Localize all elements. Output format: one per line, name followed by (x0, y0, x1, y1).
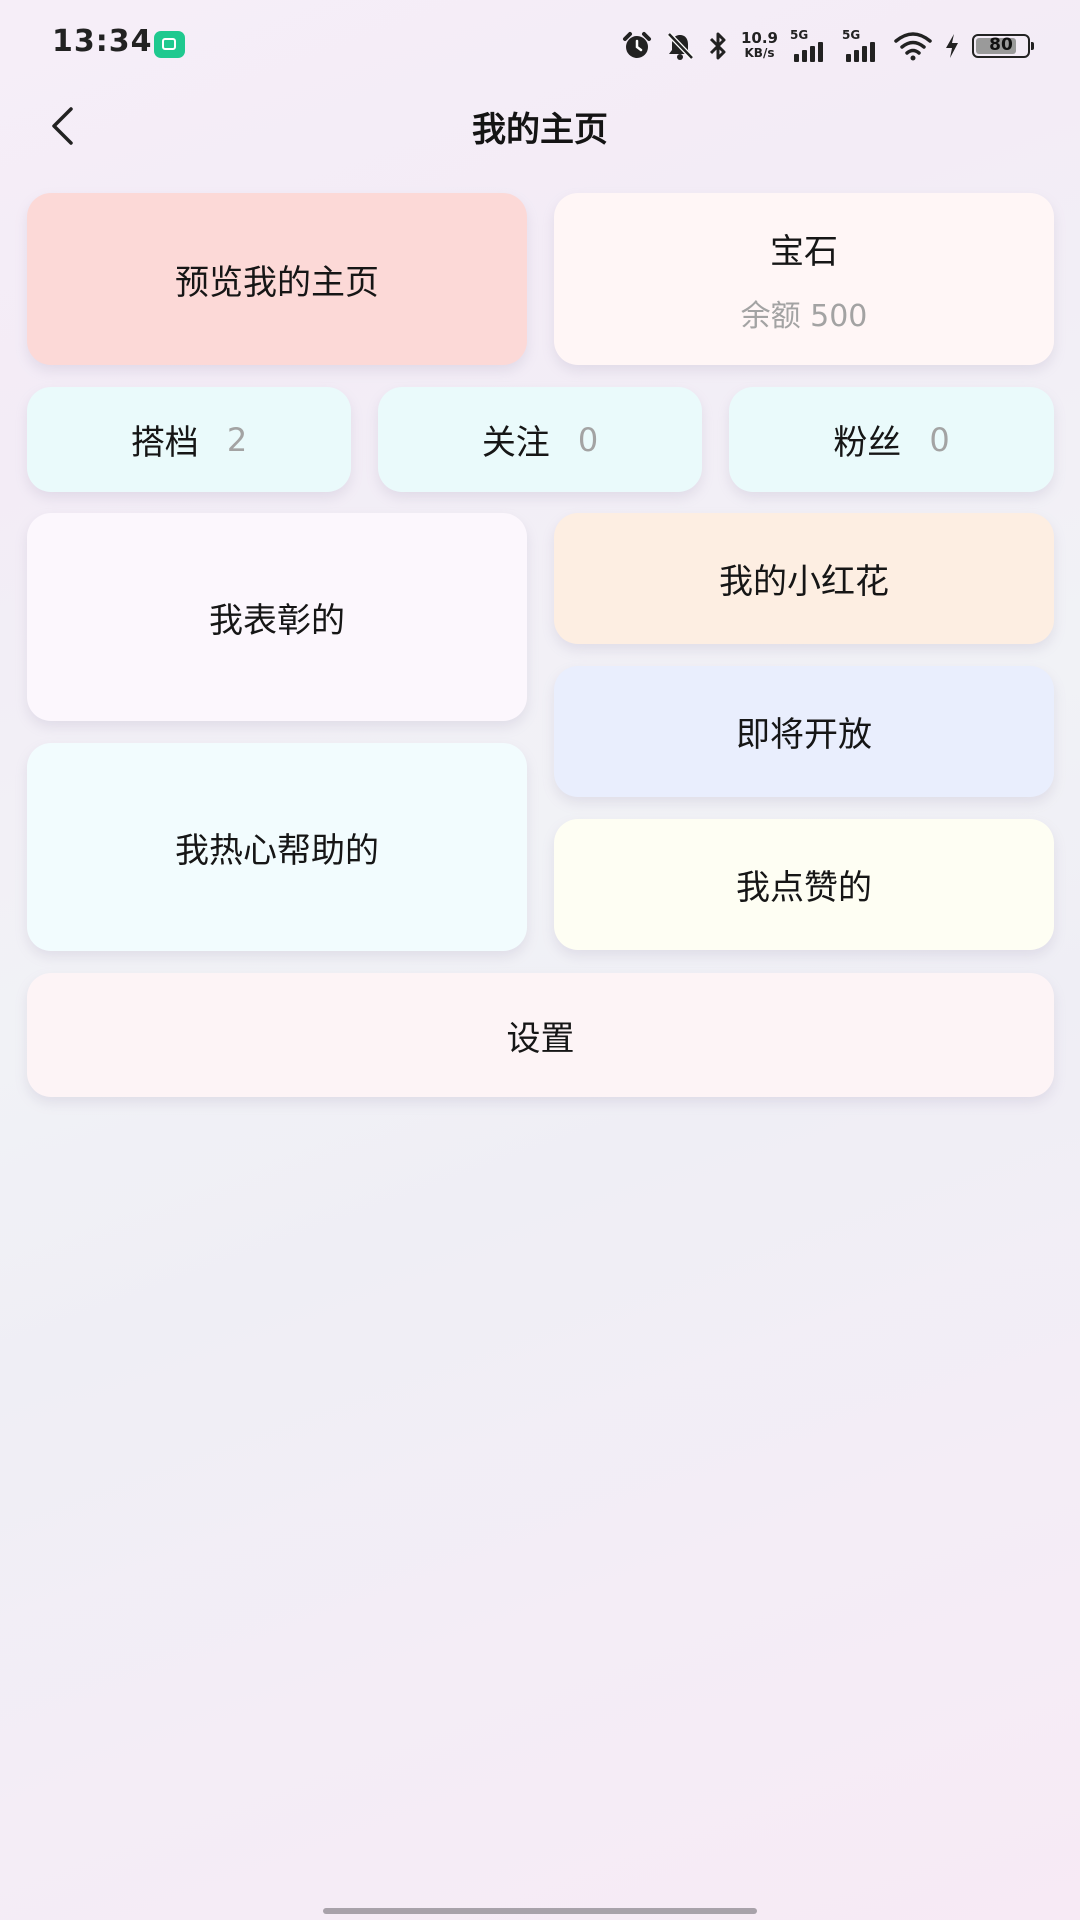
signal-sim2-icon: 5G (842, 28, 882, 62)
helped-card[interactable]: 我热心帮助的 (27, 743, 527, 951)
liked-card[interactable]: 我点赞的 (554, 819, 1054, 950)
lightning-icon (946, 34, 958, 58)
coming-soon-card[interactable]: 即将开放 (554, 666, 1054, 797)
liked-label: 我点赞的 (736, 868, 872, 908)
status-icons: 10.9 KB/s 5G 5G 80 (621, 26, 1034, 66)
praised-card[interactable]: 我表彰的 (27, 513, 527, 721)
network-speed-unit: KB/s (744, 46, 775, 60)
network-speed: 10.9 KB/s (741, 31, 778, 61)
signal-sim1-label: 5G (790, 28, 809, 42)
signal-sim1-icon: 5G (790, 28, 830, 62)
home-indicator[interactable] (323, 1908, 757, 1914)
red-flowers-label: 我的小红花 (719, 562, 889, 602)
partners-label: 搭档 (130, 423, 199, 463)
fans-card[interactable]: 粉丝 0 (729, 387, 1054, 492)
page-title: 我的主页 (472, 110, 608, 150)
gems-card[interactable]: 宝石 余额 500 (554, 193, 1054, 365)
following-count: 0 (577, 420, 599, 459)
following-card[interactable]: 关注 0 (378, 387, 702, 492)
partners-card[interactable]: 搭档 2 (27, 387, 351, 492)
signal-sim2-label: 5G (842, 28, 861, 42)
fans-count: 0 (929, 420, 950, 459)
network-speed-value: 10.9 (740, 29, 778, 47)
bell-off-icon (667, 32, 694, 60)
fans-label: 粉丝 (833, 423, 902, 463)
status-time: 13:34 (52, 24, 153, 59)
gems-balance: 余额 500 (740, 298, 868, 334)
wifi-icon (894, 32, 932, 61)
app-notification-icon (154, 31, 185, 58)
status-bar: 13:34 10.9 KB/s 5G 5G 80 (0, 0, 1080, 90)
coming-soon-label: 即将开放 (736, 715, 872, 755)
partners-count: 2 (226, 420, 248, 459)
praised-label: 我表彰的 (209, 600, 345, 641)
preview-homepage-card[interactable]: 预览我的主页 (27, 193, 527, 365)
battery-level: 80 (989, 35, 1013, 55)
gems-label: 宝石 (769, 231, 838, 272)
alarm-icon (622, 32, 651, 58)
helped-label: 我热心帮助的 (175, 830, 379, 871)
battery-icon: 80 (972, 34, 1034, 58)
settings-label: 设置 (506, 1018, 575, 1059)
red-flowers-card[interactable]: 我的小红花 (554, 513, 1054, 644)
bluetooth-icon (709, 32, 726, 60)
settings-card[interactable]: 设置 (27, 973, 1054, 1097)
following-label: 关注 (481, 423, 550, 463)
preview-homepage-label: 预览我的主页 (175, 262, 379, 303)
